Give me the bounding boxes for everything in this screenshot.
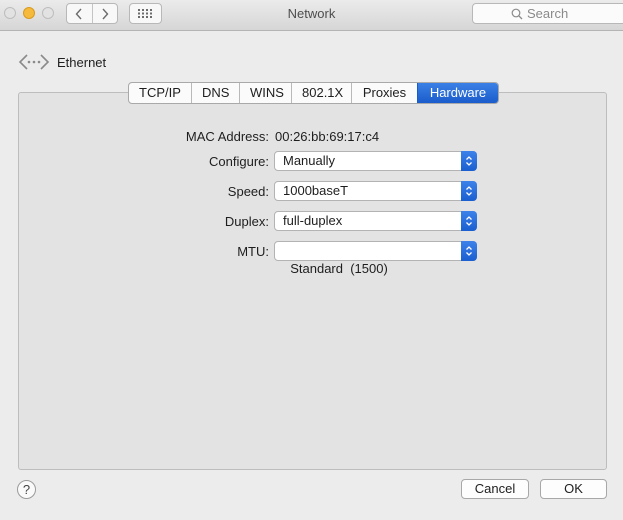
speed-select[interactable]: 1000baseT [274, 181, 477, 201]
close-window-button[interactable] [4, 7, 16, 19]
duplex-select[interactable]: full-duplex [274, 211, 477, 231]
search-icon [511, 8, 523, 19]
title-bar: Network [0, 0, 623, 31]
tab-bar: TCP/IP DNS WINS 802.1X Proxies Hardware [128, 82, 499, 104]
search-input[interactable] [527, 6, 617, 21]
interface-name: Ethernet [57, 55, 107, 70]
configure-value: Manually [283, 153, 336, 168]
tab-hardware[interactable]: Hardware [417, 83, 498, 103]
ethernet-icon [18, 54, 50, 70]
settings-panel [18, 92, 607, 470]
search-field[interactable] [472, 3, 623, 24]
duplex-label: Duplex: [224, 214, 269, 229]
updown-chevron-icon [461, 241, 477, 261]
tab-8021x[interactable]: 802.1X [291, 83, 351, 103]
minimize-window-button[interactable] [23, 7, 35, 19]
show-all-grid-icon [138, 9, 152, 18]
updown-chevron-icon [461, 211, 477, 231]
back-button[interactable] [67, 4, 92, 23]
cancel-button[interactable]: Cancel [461, 479, 529, 499]
show-all-button[interactable] [129, 3, 162, 24]
forward-button[interactable] [91, 4, 118, 23]
mtu-value: Standard (1500) [290, 261, 388, 276]
chevron-right-icon [102, 8, 109, 19]
mtu-label: MTU: [237, 244, 269, 259]
tab-proxies[interactable]: Proxies [351, 83, 417, 103]
speed-label: Speed: [227, 184, 269, 199]
tab-dns[interactable]: DNS [191, 83, 239, 103]
updown-chevron-icon [461, 181, 477, 201]
updown-chevron-icon [461, 151, 477, 171]
configure-select[interactable]: Manually [274, 151, 477, 171]
configure-label: Configure: [209, 154, 269, 169]
tab-tcpip[interactable]: TCP/IP [129, 83, 191, 103]
speed-value: 1000baseT [283, 183, 349, 198]
zoom-window-button[interactable] [42, 7, 54, 19]
help-button[interactable]: ? [17, 480, 36, 499]
mac-address-value: 00:26:bb:69:17:c4 [275, 129, 380, 144]
mac-address-label: MAC Address: [185, 129, 269, 144]
tab-wins[interactable]: WINS [239, 83, 291, 103]
duplex-value: full-duplex [283, 213, 343, 228]
back-forward-group [66, 3, 118, 24]
ok-button[interactable]: OK [540, 479, 607, 499]
mtu-select[interactable]: Standard (1500) [274, 241, 477, 276]
chevron-left-icon [75, 8, 82, 19]
